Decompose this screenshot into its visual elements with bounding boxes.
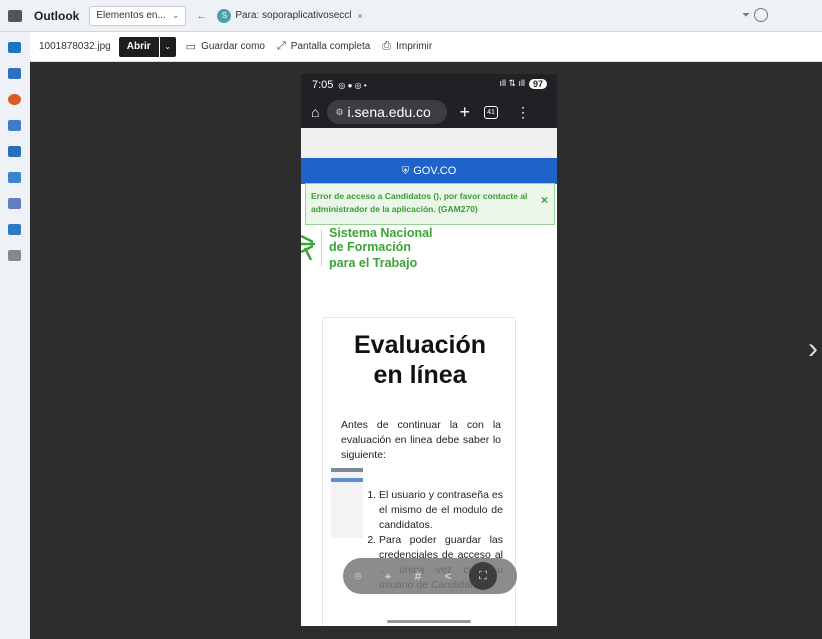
avatar: S <box>217 8 232 23</box>
print-button[interactable]: ⎙ Imprimir <box>382 40 432 53</box>
notification-icons: ◎ ● ◎ • <box>338 80 367 90</box>
gesture-nav-bar <box>387 620 471 623</box>
save-as-label: Guardar como <box>201 41 265 52</box>
file-name: 1001878032.jpg <box>39 41 111 52</box>
files-icon[interactable] <box>8 172 21 183</box>
fullscreen-button[interactable]: ⤢ Pantalla completa <box>277 40 370 53</box>
share-icon: < <box>444 569 452 583</box>
tab-folder[interactable]: Elementos en... ⌄ <box>89 5 187 26</box>
chevron-down-icon[interactable]: ⌄ <box>172 10 180 21</box>
signal-icon: ıll ⇅ ıll <box>499 78 525 88</box>
print-icon: ⎙ <box>382 40 392 52</box>
app-sidebar <box>0 32 30 639</box>
filter-icon[interactable]: ⏷ <box>742 10 750 21</box>
more-apps-icon[interactable] <box>8 250 21 261</box>
battery-badge: 97 <box>528 78 547 89</box>
org-icon[interactable] <box>8 198 21 209</box>
card-title: Evaluación en línea <box>323 330 517 390</box>
thumbnail-image <box>331 468 363 538</box>
list-item: El usuario y contraseña es el mismo de e… <box>379 488 503 533</box>
sena-logo: Sistema Nacional de Formación para el Tr… <box>301 226 557 274</box>
cloud-icon[interactable] <box>8 224 21 235</box>
sena-mark-icon <box>301 234 315 260</box>
card-intro: Antes de continuar la con la evaluación … <box>341 419 501 461</box>
gov-shield-icon: ⛨ <box>401 165 410 177</box>
expand-capture-icon: ⛶ <box>469 562 497 590</box>
image-viewer: 1001878032.jpg Abrir ⌄ ▭ Guardar como ⤢ … <box>30 32 822 639</box>
tab-message[interactable]: S Para: soporaplicativoseccl × <box>211 6 368 26</box>
tab-message-label: Para: soporaplicativoseccl <box>235 10 352 21</box>
print-label: Imprimir <box>396 41 433 52</box>
expand-icon: ⤢ <box>276 40 286 52</box>
search-icon[interactable] <box>754 8 768 22</box>
gov-banner: ⛨ GOV.CO <box>301 158 557 184</box>
sena-line-3: para el Trabajo <box>329 256 418 270</box>
tag-icon: # <box>414 569 422 583</box>
site-settings-icon: ⚙ <box>335 106 344 117</box>
phone-status-bar: 7:05 ◎ ● ◎ • ıll ⇅ ıll 97 <box>301 74 557 96</box>
people-icon[interactable] <box>8 120 21 131</box>
phone-screenshot: 7:05 ◎ ● ◎ • ıll ⇅ ıll 97 ⌂ ⚙ i.sena.edu… <box>301 74 557 626</box>
new-tab-icon: + <box>459 101 470 122</box>
url-field: ⚙ i.sena.edu.co <box>327 100 448 124</box>
gov-text: GOV.CO <box>413 165 457 177</box>
browser-url-bar: ⌂ ⚙ i.sena.edu.co + 41 ⋮ <box>301 96 557 128</box>
thumbnail-strip <box>331 478 363 482</box>
save-icon: ▭ <box>185 41 197 53</box>
error-message: Error de acceso a Candidatos (), por fav… <box>311 191 528 214</box>
url-text: i.sena.edu.co <box>347 104 431 120</box>
outlook-window: Outlook Elementos en... ⌄ ← S Para: sopo… <box>0 0 822 639</box>
screenshot-toolbar: ⌾ ⌖ # < ⛶ <box>343 558 517 594</box>
status-right: ıll ⇅ ıll 97 <box>499 78 547 89</box>
scan-icon: ⌾ <box>354 568 362 583</box>
status-time: 7:05 <box>312 79 334 91</box>
tab-folder-label: Elementos en... <box>96 10 166 21</box>
todo-icon[interactable] <box>8 146 21 157</box>
fullscreen-label: Pantalla completa <box>290 41 371 52</box>
open-dropdown-icon[interactable]: ⌄ <box>159 36 176 57</box>
open-button[interactable]: Abrir <box>118 36 159 57</box>
outlook-top-bar: Outlook Elementos en... ⌄ ← S Para: sopo… <box>0 0 822 32</box>
mail-icon[interactable] <box>8 42 21 53</box>
back-arrow-icon[interactable]: ← <box>196 10 207 22</box>
app-title: Outlook <box>34 8 80 23</box>
logo-divider <box>321 230 322 266</box>
card-title-line-2: en línea <box>373 361 467 389</box>
close-icon[interactable]: × <box>358 11 363 21</box>
calendar-icon[interactable] <box>8 68 21 79</box>
viewer-toolbar: 1001878032.jpg Abrir ⌄ ▭ Guardar como ⤢ … <box>30 32 822 62</box>
sena-line-1: Sistema Nacional <box>329 226 433 240</box>
card-title-line-1: Evaluación <box>354 331 486 359</box>
tab-count-icon: 41 <box>483 105 498 119</box>
outlook-app-icon <box>8 9 22 22</box>
error-alert: Error de acceso a Candidatos (), por fav… <box>305 183 555 225</box>
home-icon: ⌂ <box>311 104 320 120</box>
edit-icon: ⌖ <box>384 568 392 583</box>
save-as-button[interactable]: ▭ Guardar como <box>186 40 265 53</box>
apps-icon[interactable] <box>8 94 21 105</box>
next-image-arrow-icon[interactable]: › <box>808 332 818 366</box>
close-icon: × <box>540 193 548 207</box>
menu-icon: ⋮ <box>515 103 530 120</box>
sena-line-2: de Formación <box>329 240 411 254</box>
page-top-band <box>301 128 557 158</box>
